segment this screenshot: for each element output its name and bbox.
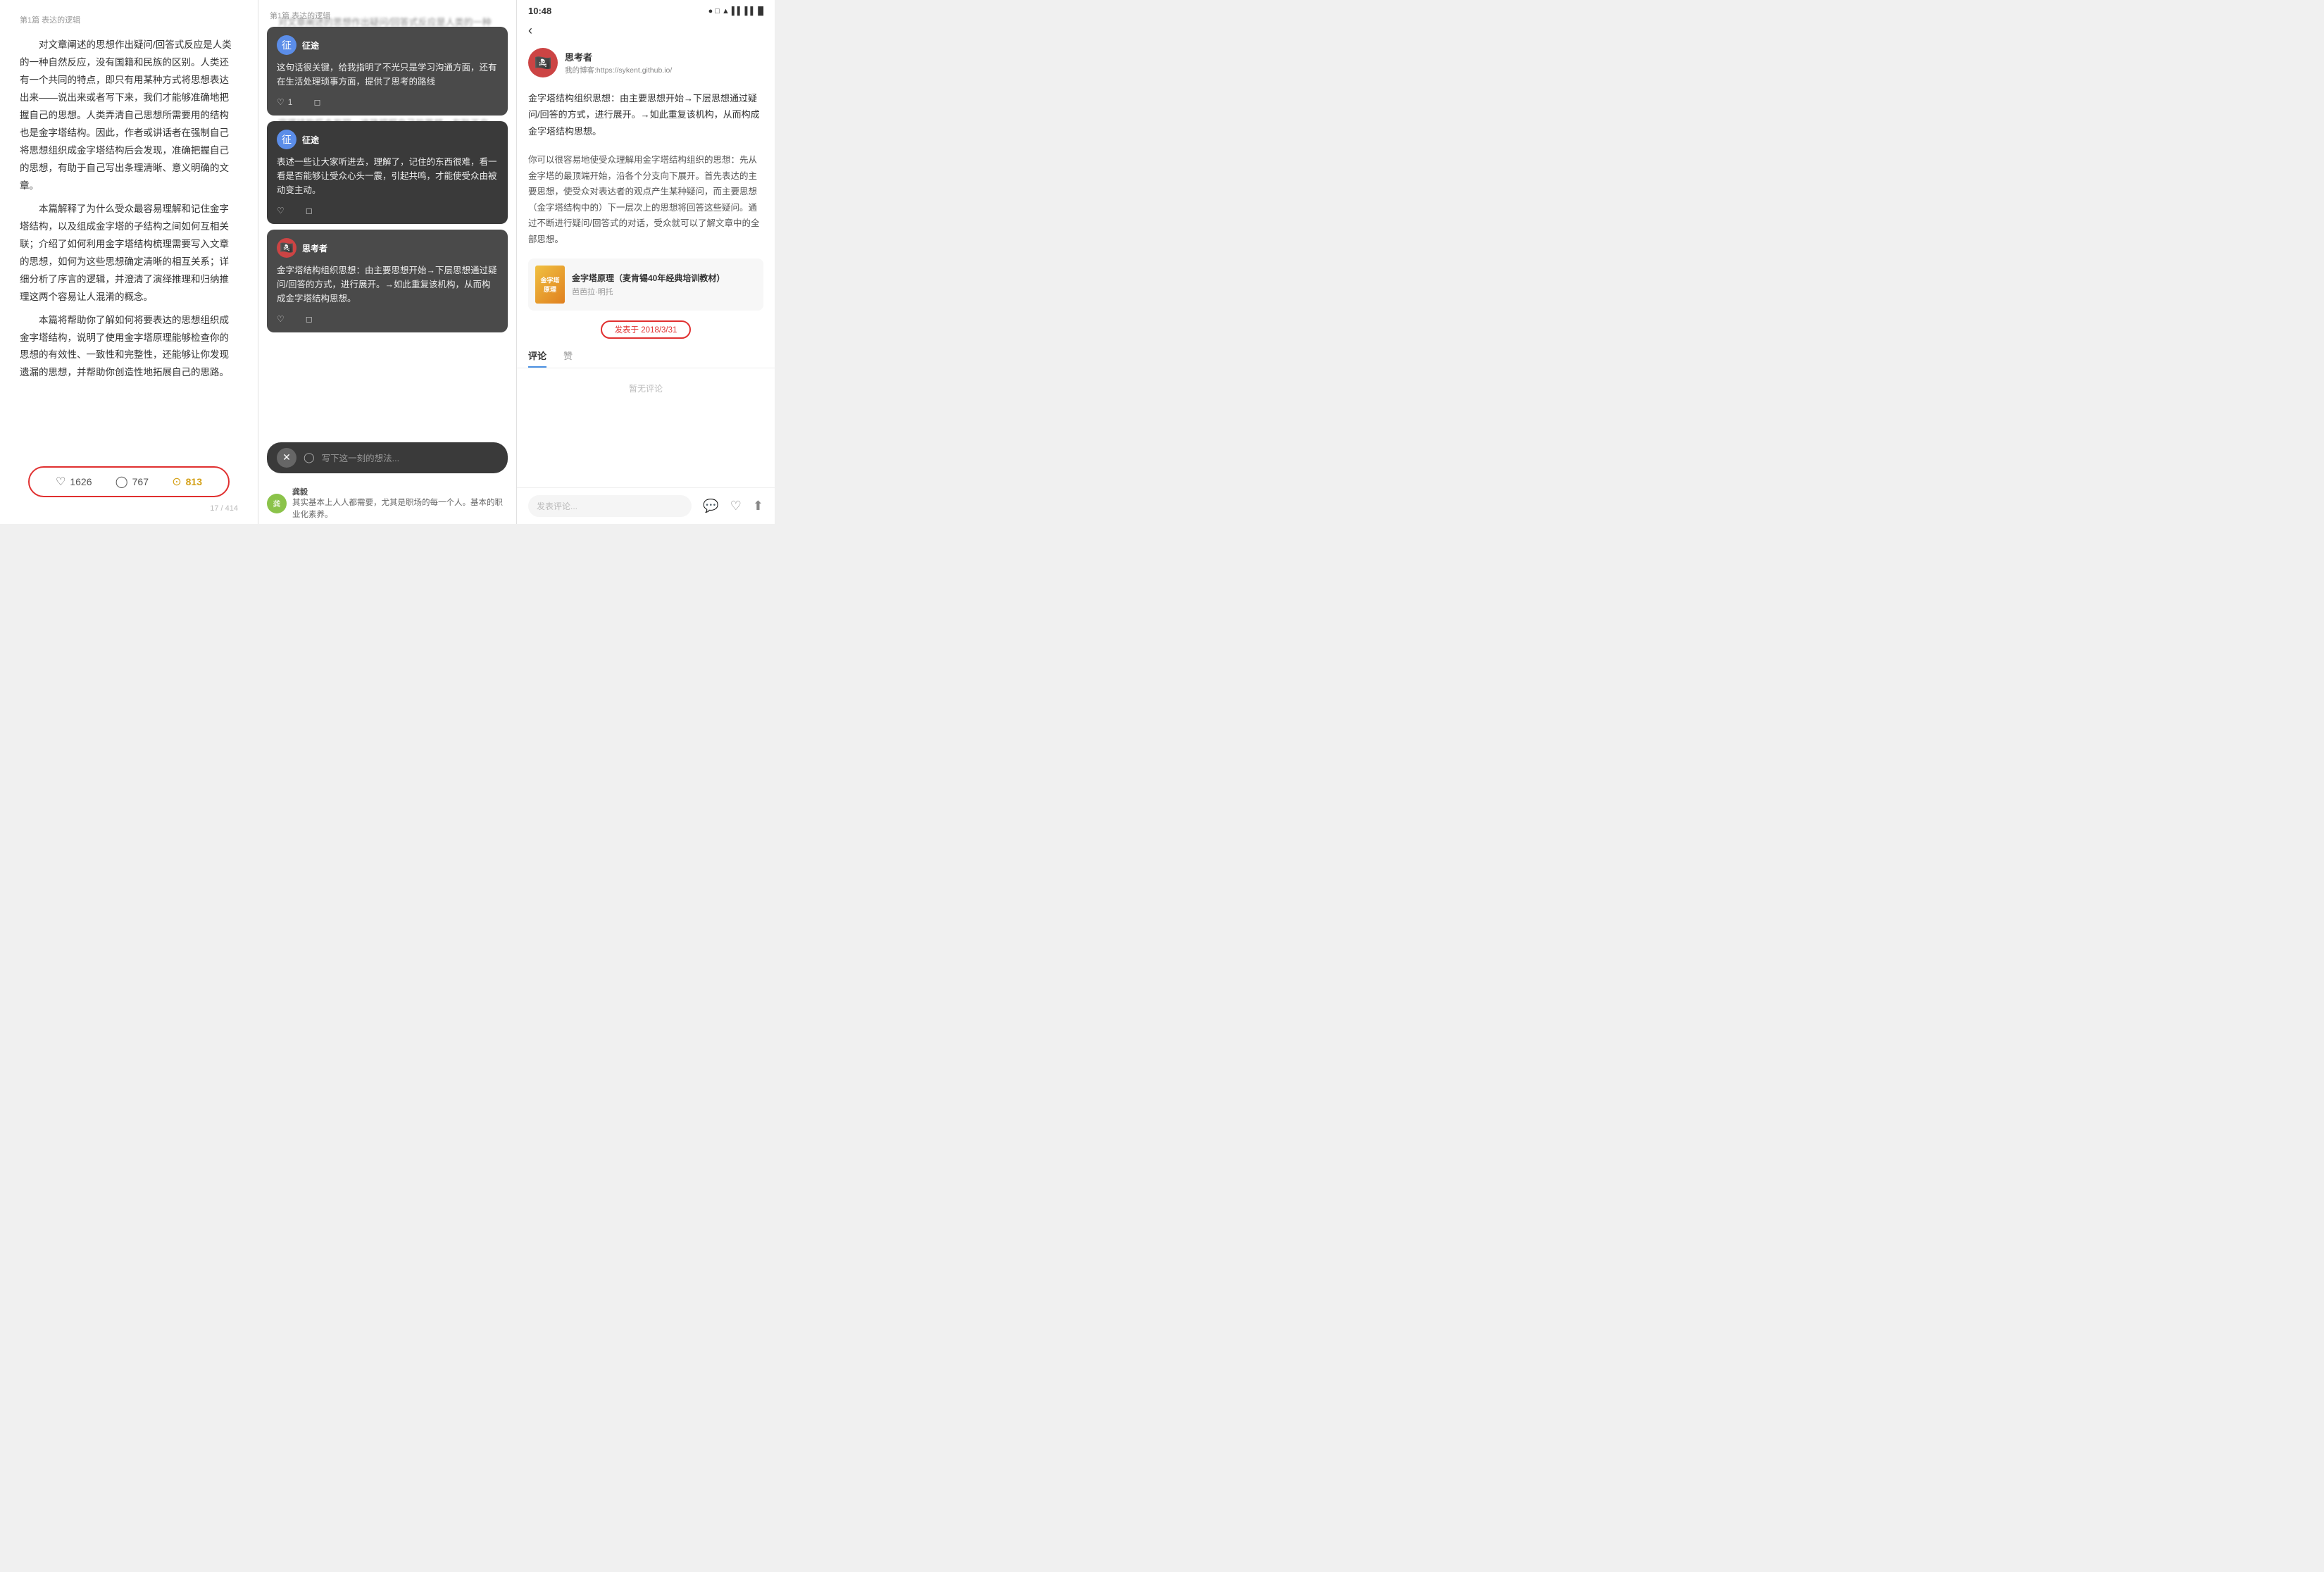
partial-comment-row: 龚 龚毅 其实基本上人人都需要，尤其是职场的每一个人。基本的职业化素养。 [258,479,516,525]
page-indicator: 17 / 414 [20,504,238,513]
comment-card-2: 征 征途 表述一些让大家听进去，理解了，记住的东西很难，看一看是否能够让受众心头… [267,121,508,224]
book-cover-image: 金字塔原理 [535,266,565,304]
footer-like-icon[interactable]: ♡ [730,499,742,513]
partial-username: 龚毅 [292,486,508,497]
right-main-text: 金字塔结构组织思想：由主要思想开始→下层思想通过疑问/回答的方式，进行展开。→如… [517,83,775,146]
comment-text-1: 这句话很关键，给我指明了不光只是学习沟通方面，还有在生活处理琐事方面，提供了思考… [277,61,498,89]
left-panel: 第1篇 表达的逻辑 对文章阐述的思想作出疑问/回答式反应是人类的一种自然反应，没… [0,0,258,524]
book-card[interactable]: 金字塔原理 金字塔原理（麦肯锡40年经典培训教材） 芭芭拉·明托 [528,258,763,311]
author-name: 思考者 [565,50,672,63]
comment-input[interactable]: 发表评论... [528,495,692,517]
close-button[interactable]: ✕ [277,448,296,468]
input-placeholder[interactable]: 写下这一刻的想法... [322,451,399,464]
partial-avatar-char: 龚 [273,498,281,509]
book-title: 金字塔原理（麦肯锡40年经典培训教材） [572,272,725,284]
tab-like[interactable]: 赞 [563,349,573,368]
share-icon: ⊙ [172,475,181,489]
author-avatar-char: 🏴‍☠️ [535,54,552,72]
author-bar: 🏴‍☠️ 思考者 我的博客:https://sykent.github.io/ [517,42,775,83]
footer-share-icon[interactable]: ⬆ [753,499,763,513]
back-arrow-icon[interactable]: ‹ [528,23,532,38]
like-icon-2: ♡ [277,206,285,216]
middle-breadcrumb: 第1篇 表达的逻辑 [258,0,516,27]
partial-text: 其实基本上人人都需要，尤其是职场的每一个人。基本的职业化素养。 [292,497,508,522]
left-breadcrumb: 第1篇 表达的逻辑 [20,14,238,25]
comment-header-1: 征 征途 [277,35,498,55]
like-action[interactable]: 1626 [56,475,92,489]
comment-count: 767 [132,476,149,487]
right-panel: 10:48 ● □ ▲ ▌▌ ▌▌ █ ‹ 🏴‍☠️ 思考者 我的博客:http… [517,0,775,524]
comment-card-3: 🏴‍☠️ 思考者 金字塔结构组织思想：由主要思想开始→下层思想通过疑问/回答的方… [267,230,508,332]
share-action[interactable]: ⊙ 813 [172,475,202,489]
tab-comment[interactable]: 评论 [528,349,546,368]
right-footer: 发表评论... 💬 ♡ ⬆ [517,487,775,524]
author-info: 思考者 我的博客:https://sykent.github.io/ [565,50,672,75]
avatar-char-1: 征 [282,38,292,52]
action-bar: 1626 ◯ 767 ⊙ 813 [28,466,229,497]
share-count: 813 [186,476,202,487]
comment-actions-3: ♡ ◻ [277,311,498,324]
right-nav: ‹ [517,19,775,42]
footer-comment-icon[interactable]: 💬 [703,499,718,513]
like-count: 1626 [70,476,92,487]
like-icon [56,475,65,489]
comment-header-3: 🏴‍☠️ 思考者 [277,238,498,258]
comment-card-1: 征 征途 这句话很关键，给我指明了不光只是学习沟通方面，还有在生活处理琐事方面，… [267,27,508,116]
status-bar: 10:48 ● □ ▲ ▌▌ ▌▌ █ [517,0,775,19]
middle-input-bar[interactable]: ✕ ◯ 写下这一刻的想法... [267,442,508,473]
comment-text-3: 金字塔结构组织思想：由主要思想开始→下层思想通过疑问/回答的方式，进行展开。→如… [277,263,498,306]
comment-header-2: 征 征途 [277,130,498,149]
article-para-2: 本篇解释了为什么受众最容易理解和记住金字塔结构，以及组成金字塔的子结构之间如何互… [20,201,238,306]
reply-icon-3: ◻ [306,314,313,324]
comment-actions-1: ♡ 1 ◻ [277,94,498,107]
comment-like-1[interactable]: ♡ 1 [277,97,292,107]
status-time: 10:48 [528,6,551,16]
comment-icon: ◯ [115,475,128,489]
author-blog: 我的博客:https://sykent.github.io/ [565,65,672,75]
partial-avatar: 龚 [267,494,287,513]
comment-reply-1[interactable]: ◻ [313,97,320,107]
book-cover-label: 金字塔原理 [540,275,559,294]
comment-like-3[interactable]: ♡ [277,314,285,324]
comment-bubble-icon: ◯ [304,451,315,463]
comment-username-1: 征途 [302,39,319,51]
comment-avatar-3: 🏴‍☠️ [277,238,296,258]
comment-reply-2[interactable]: ◻ [306,206,313,216]
publish-date-row: 发表于 2018/3/31 [517,316,775,343]
comment-avatar-1: 征 [277,35,296,55]
comment-username-2: 征途 [302,134,319,146]
status-icons: ● □ ▲ ▌▌ ▌▌ █ [708,7,763,15]
article-para-3: 本篇将帮助你了解如何将要表达的思想组织成金字塔结构，说明了使用金字塔原理能够检查… [20,312,238,382]
reply-icon-1: ◻ [313,97,320,107]
comment-avatar-2: 征 [277,130,296,149]
reply-icon-2: ◻ [306,206,313,216]
middle-content: 第1篇 表达的逻辑 征 征途 这句话很关键，给我指明了不光只是学习沟通方面，还有… [258,0,516,524]
middle-panel: 对文章阐述的思想作出疑问/回答式反应是人类的一种自然反应，没有国籍和民族的区别。… [258,0,517,524]
like-count-1: 1 [288,97,293,107]
comment-actions-2: ♡ ◻ [277,203,498,216]
battery-icon: ● □ ▲ ▌▌ ▌▌ █ [708,7,763,15]
comment-username-3: 思考者 [302,242,327,254]
avatar-char-2: 征 [282,132,292,146]
avatar-char-3: 🏴‍☠️ [280,241,294,255]
book-author: 芭芭拉·明托 [572,286,725,297]
comment-like-2[interactable]: ♡ [277,206,285,216]
book-info: 金字塔原理（麦肯锡40年经典培训教材） 芭芭拉·明托 [572,272,725,297]
article-para-1: 对文章阐述的思想作出疑问/回答式反应是人类的一种自然反应，没有国籍和民族的区别。… [20,37,238,195]
like-icon-1: ♡ [277,97,285,107]
comments-list: 征 征途 这句话很关键，给我指明了不光只是学习沟通方面，还有在生活处理琐事方面，… [258,27,516,437]
author-avatar: 🏴‍☠️ [528,48,558,77]
comment-action[interactable]: ◯ 767 [115,475,149,489]
publish-date: 发表于 2018/3/31 [601,320,692,339]
comment-reply-3[interactable]: ◻ [306,314,313,324]
right-secondary-text: 你可以很容易地使受众理解用金字塔结构组织的思想：先从金字塔的最顶端开始，沿各个分… [517,146,775,253]
comment-text-2: 表述一些让大家听进去，理解了，记住的东西很难，看一看是否能够让受众心头一震，引起… [277,155,498,197]
right-tabs: 评论 赞 [517,343,775,368]
no-comment-text: 暂无评论 [517,368,775,408]
article-text: 对文章阐述的思想作出疑问/回答式反应是人类的一种自然反应，没有国籍和民族的区别。… [20,37,238,455]
like-icon-3: ♡ [277,314,285,324]
